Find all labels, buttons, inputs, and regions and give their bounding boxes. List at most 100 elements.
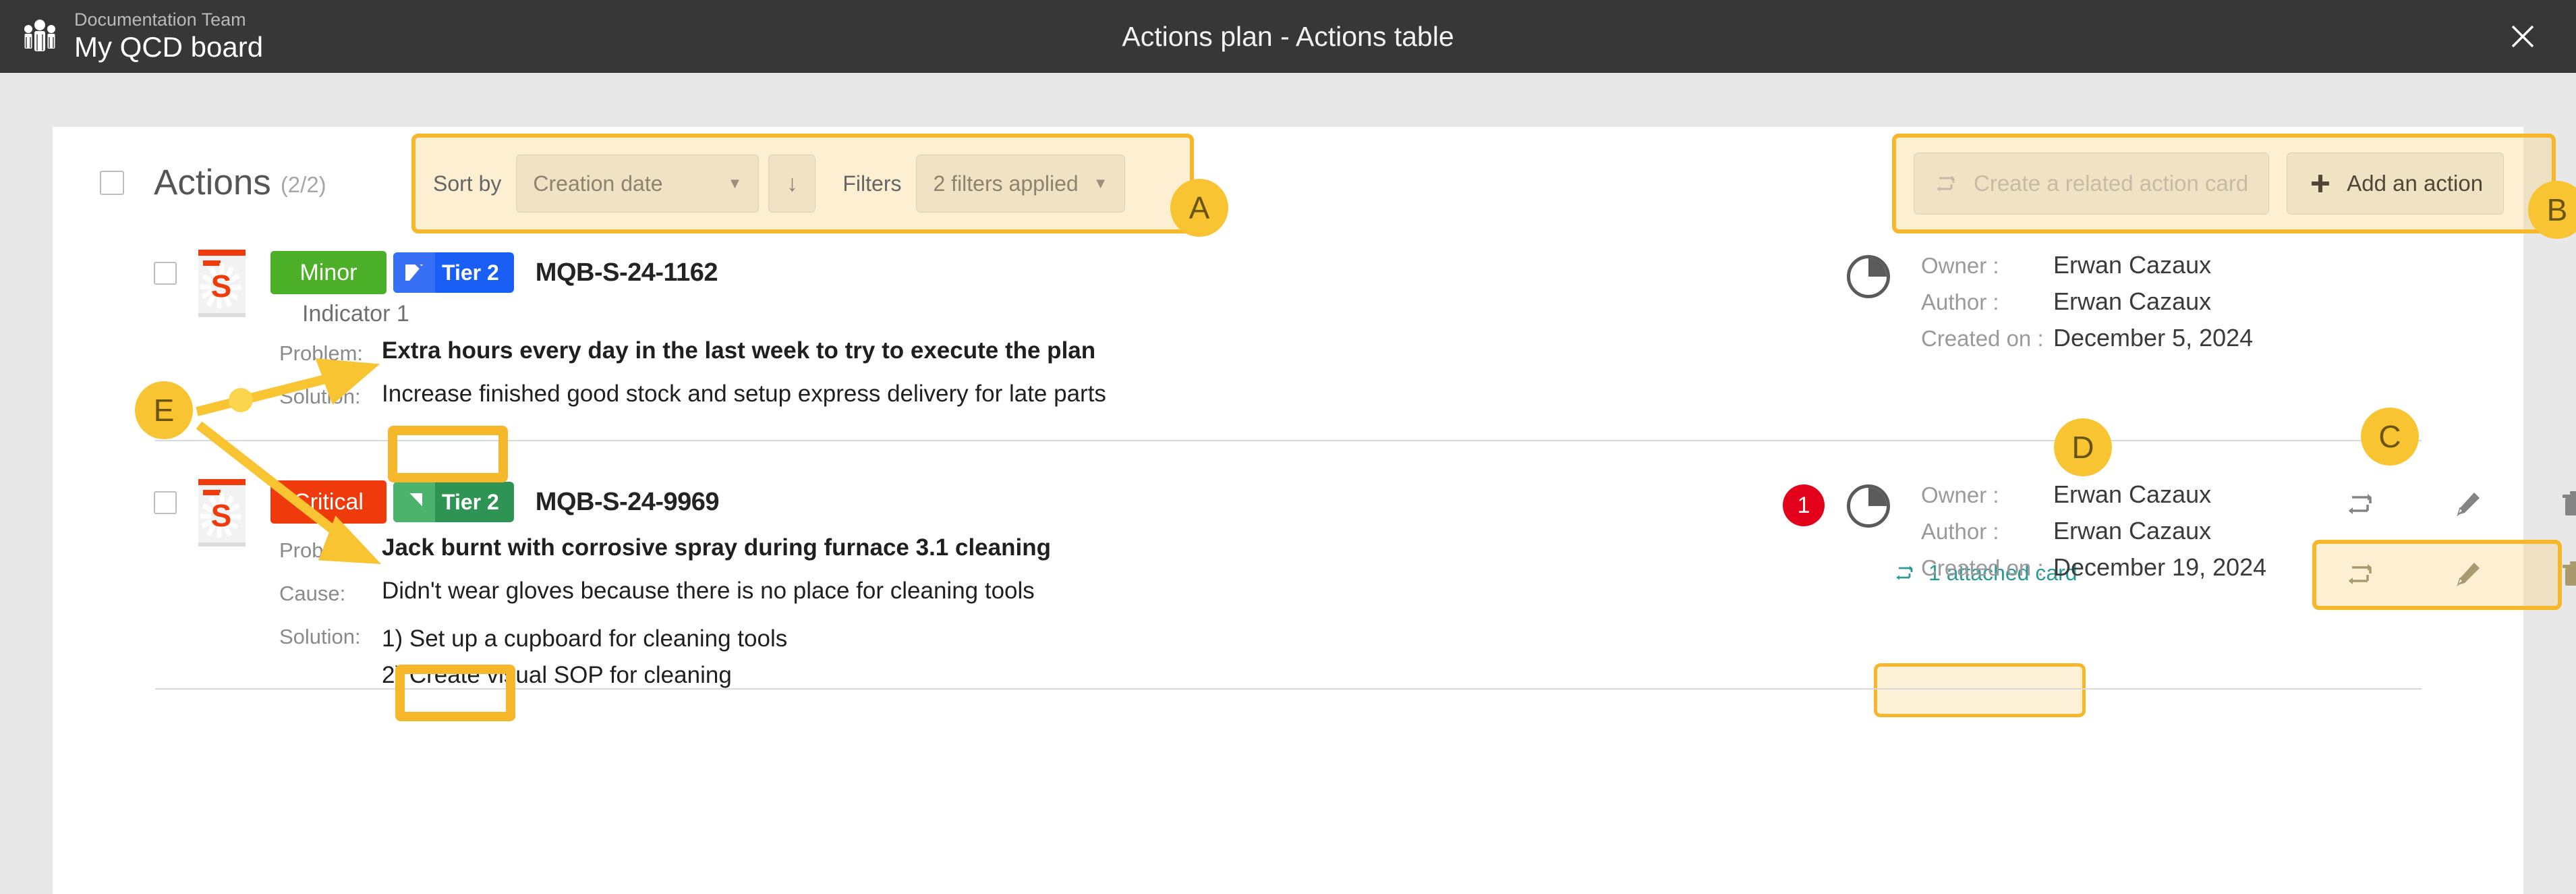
author-label: Author :	[1921, 519, 1999, 544]
trash-icon[interactable]	[2556, 487, 2576, 521]
loop-card-icon	[1937, 175, 1955, 192]
board-name: My QCD board	[74, 31, 264, 63]
arrow-down-icon: ↓	[786, 170, 798, 196]
created-label: Created on :	[1921, 326, 2044, 351]
owner-row: Owner : Erwan Cazaux	[1921, 251, 2253, 279]
annotation-bubble-c: C	[2361, 408, 2419, 466]
tier-badge: Tier 2	[393, 482, 514, 522]
actions-header: Actions (2/2)	[100, 162, 326, 203]
svg-text:S: S	[211, 498, 232, 533]
field-label: Problem:	[279, 341, 364, 365]
tier-flag-blue-icon	[393, 252, 435, 293]
field-value: Didn't wear gloves because there is no p…	[382, 578, 1035, 604]
indicator-label: Indicator 1	[302, 301, 409, 327]
close-button[interactable]	[2469, 0, 2576, 73]
owner-value: Erwan Cazaux	[2053, 480, 2212, 508]
pencil-icon[interactable]	[2451, 487, 2485, 521]
field-cause: Cause: Didn't wear gloves because there …	[279, 578, 1051, 606]
row-checkbox[interactable]	[154, 491, 177, 514]
severity-badge: Critical	[270, 480, 387, 524]
author-label: Author :	[1921, 289, 1999, 314]
safety-card-icon: S	[197, 250, 247, 317]
highlight-box-b: Create a related action card Add an acti…	[1892, 134, 2556, 233]
trash-icon[interactable]	[2556, 557, 2576, 591]
row-badges: Minor Tier 2 MQB-S-24-1162	[270, 251, 718, 294]
row-metadata: Owner : Erwan Cazaux Author : Erwan Caza…	[1921, 480, 2266, 590]
loop-card-icon[interactable]	[2346, 487, 2380, 521]
row-metadata: Owner : Erwan Cazaux Author : Erwan Caza…	[1921, 251, 2253, 360]
action-create-controls: Create a related action card Add an acti…	[1896, 138, 2521, 229]
created-value: December 19, 2024	[2053, 553, 2267, 581]
row-action-icons	[2346, 487, 2576, 521]
field-problem: Problem: Extra hours every day in the la…	[279, 337, 1106, 366]
highlight-box-tier-row2	[395, 665, 515, 721]
sort-by-value: Creation date	[533, 171, 663, 196]
field-value: Jack burnt with corrosive spray during f…	[382, 534, 1051, 561]
create-related-action-card-label: Create a related action card	[1974, 171, 2249, 196]
tier-badge-label: Tier 2	[442, 489, 499, 514]
field-problem: Problem: Jack burnt with corrosive spray…	[279, 534, 1051, 563]
author-value: Erwan Cazaux	[2053, 517, 2212, 544]
created-row: Created on : December 19, 2024	[1921, 553, 2266, 582]
actions-toolbar: Actions (2/2) Sort by Creation date ▼ ↓ …	[53, 127, 2556, 235]
owner-label: Owner :	[1921, 253, 1999, 278]
add-an-action-button[interactable]: Add an action	[2287, 152, 2505, 215]
safety-card-icon: S	[197, 479, 247, 547]
filters-value: 2 filters applied	[933, 171, 1079, 196]
page-title: Actions	[154, 163, 271, 202]
annotation-bubble-d: D	[2054, 418, 2112, 476]
row-fields: Problem: Extra hours every day in the la…	[279, 337, 1106, 424]
field-label: Solution:	[279, 625, 361, 648]
severity-badge: Minor	[270, 251, 387, 294]
annotation-bubble-e: E	[135, 381, 193, 439]
created-label: Created on :	[1921, 555, 2044, 580]
owner-row: Owner : Erwan Cazaux	[1921, 480, 2266, 509]
sort-direction-button[interactable]: ↓	[768, 155, 816, 213]
field-solution: Solution: Increase finished good stock a…	[279, 381, 1106, 409]
tier-badge-label: Tier 2	[442, 260, 499, 285]
field-value: Extra hours every day in the last week t…	[382, 337, 1096, 364]
actions-count: (2/2)	[280, 172, 326, 197]
page-body: Actions (2/2) Sort by Creation date ▼ ↓ …	[0, 73, 2576, 894]
create-related-action-card-button[interactable]: Create a related action card	[1914, 152, 2270, 215]
row-badges: Critical Tier 2 MQB-S-24-9969	[270, 480, 720, 524]
author-value: Erwan Cazaux	[2053, 287, 2212, 315]
chevron-down-icon: ▼	[727, 175, 743, 192]
close-icon	[2511, 25, 2534, 48]
owner-value: Erwan Cazaux	[2053, 251, 2212, 279]
highlight-box-a: Sort by Creation date ▼ ↓ Filters 2 filt…	[411, 134, 1194, 233]
annotation-bubble-a: A	[1170, 179, 1228, 237]
field-label: Solution:	[279, 385, 361, 408]
window-title: Actions plan - Actions table	[1122, 20, 1454, 52]
row-checkbox[interactable]	[154, 262, 177, 285]
actions-table-card: Actions (2/2) Sort by Creation date ▼ ↓ …	[53, 127, 2576, 894]
filters-select[interactable]: 2 filters applied ▼	[916, 155, 1125, 213]
tier-flag-green-icon	[393, 482, 435, 522]
brand-block: Documentation Team My QCD board	[0, 10, 263, 63]
filters-label: Filters	[842, 171, 902, 196]
window-titlebar: Documentation Team My QCD board Actions …	[0, 0, 2576, 73]
progress-pie-icon	[1847, 484, 1890, 528]
alert-count-badge: 1	[1783, 484, 1825, 526]
owner-label: Owner :	[1921, 482, 1999, 507]
chevron-down-icon: ▼	[1093, 175, 1108, 192]
svg-text:S: S	[211, 269, 232, 304]
brand-text: Documentation Team My QCD board	[74, 10, 263, 63]
sort-by-label: Sort by	[433, 171, 502, 196]
team-group-icon	[19, 16, 61, 57]
created-value: December 5, 2024	[2053, 324, 2254, 352]
field-label: Problem:	[279, 538, 364, 562]
field-value: Increase finished good stock and setup e…	[382, 381, 1106, 407]
author-row: Author : Erwan Cazaux	[1921, 287, 2253, 316]
highlight-box-tier-row1	[388, 426, 508, 482]
author-row: Author : Erwan Cazaux	[1921, 517, 2266, 545]
progress-pie-icon	[1847, 255, 1890, 298]
action-reference: MQB-S-24-9969	[535, 487, 720, 516]
plus-icon	[2312, 175, 2330, 192]
team-name: Documentation Team	[74, 9, 246, 30]
select-all-checkbox[interactable]	[100, 170, 124, 195]
table-row[interactable]: S Minor Tier 2 MQB-S-24-1162 Indicator 1	[53, 243, 2576, 717]
sort-by-select[interactable]: Creation date ▼	[516, 155, 760, 213]
field-label: Cause:	[279, 582, 346, 605]
add-an-action-label: Add an action	[2347, 171, 2484, 196]
